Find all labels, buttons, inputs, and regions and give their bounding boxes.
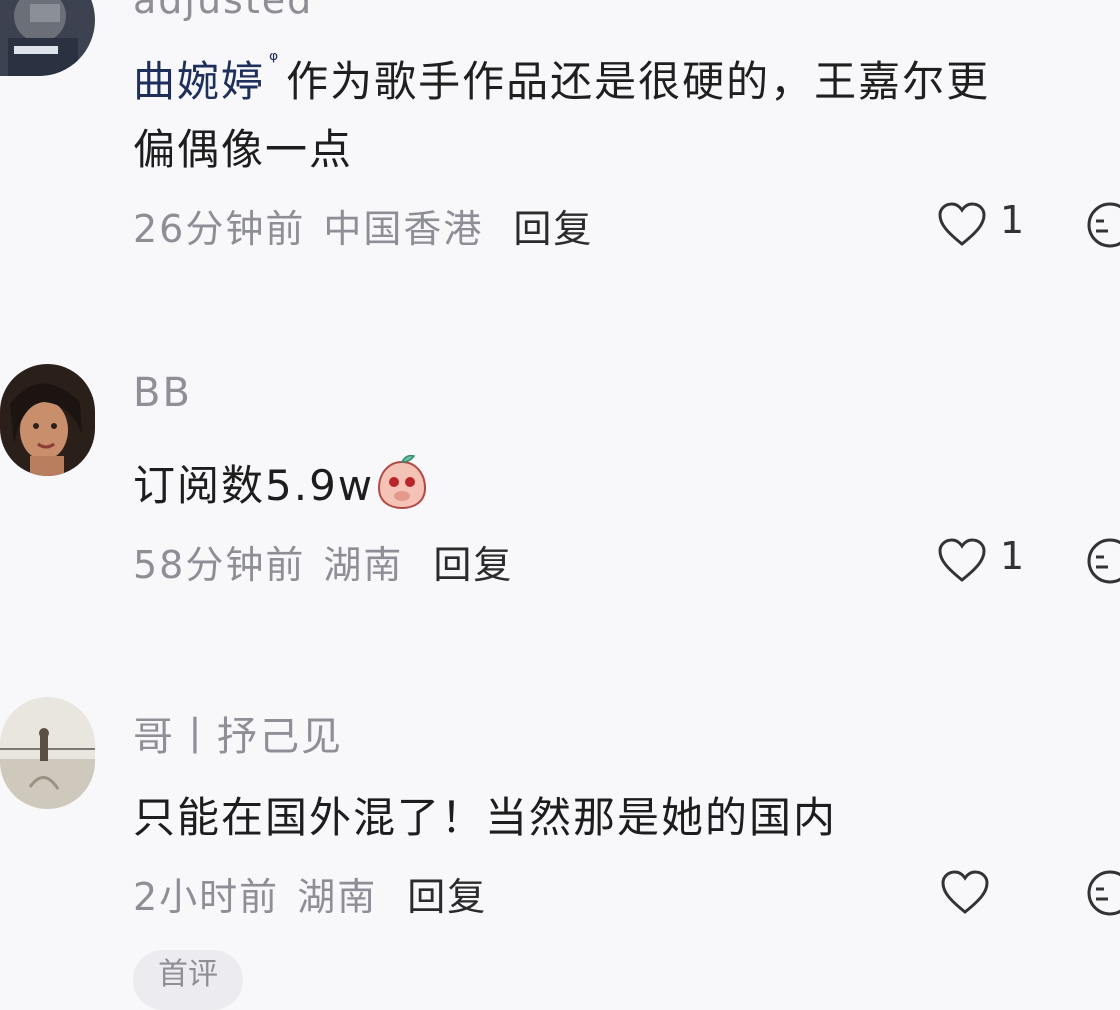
- reply-button[interactable]: 回复: [513, 207, 593, 251]
- avatar[interactable]: [0, 0, 95, 76]
- username[interactable]: 哥丨抒己见: [133, 704, 343, 762]
- previous-comment-text: adjusted: [133, 0, 314, 22]
- emoji-face-icon[interactable]: [1086, 869, 1120, 917]
- comment-meta: 58分钟前 湖南 回复: [133, 534, 513, 589]
- timestamp: 58分钟前: [133, 543, 306, 587]
- timestamp: 2小时前: [133, 875, 280, 919]
- comment-text: 作为歌手作品还是很硬的，王嘉尔更: [286, 57, 991, 106]
- avatar[interactable]: [0, 364, 95, 476]
- peach-sticker-icon: [378, 454, 427, 510]
- reply-button[interactable]: 回复: [407, 875, 487, 919]
- comment-meta: 26分钟前 中国香港 回复: [133, 198, 593, 253]
- comment-meta: 2小时前 湖南 回复: [133, 866, 487, 921]
- like-count: 1: [1000, 198, 1025, 242]
- heart-outline-icon[interactable]: [937, 538, 987, 584]
- comment-first-line: 曲婉婷 ᵠ 作为歌手作品还是很硬的，王嘉尔更: [133, 48, 990, 109]
- location: 中国香港: [323, 207, 484, 251]
- comment-text-continued: 偏偶像一点: [133, 125, 354, 174]
- like-count: 1: [1000, 534, 1025, 578]
- timestamp: 26分钟前: [133, 207, 306, 251]
- reply-button[interactable]: 回复: [433, 543, 513, 587]
- emoji-face-icon[interactable]: [1086, 201, 1120, 249]
- location: 湖南: [297, 875, 378, 919]
- comment-text-row: 订阅数5.9w: [133, 452, 428, 513]
- location: 湖南: [323, 543, 404, 587]
- first-comment-tag: 首评: [133, 950, 243, 1010]
- avatar-image: [0, 697, 95, 809]
- username[interactable]: 曲婉婷: [133, 57, 265, 106]
- heart-outline-icon[interactable]: [940, 870, 990, 916]
- heart-outline-icon[interactable]: [937, 202, 987, 248]
- comment-text: 订阅数5.9w: [133, 461, 375, 510]
- avatar-image: [0, 0, 95, 76]
- emoji-face-icon[interactable]: [1086, 537, 1120, 585]
- comment-text: 只能在国外混了！当然那是她的国内: [133, 793, 838, 842]
- avatar[interactable]: [0, 697, 95, 809]
- username[interactable]: BB: [133, 370, 192, 416]
- verified-badge-icon: ᵠ: [269, 48, 281, 73]
- avatar-image: [0, 364, 95, 476]
